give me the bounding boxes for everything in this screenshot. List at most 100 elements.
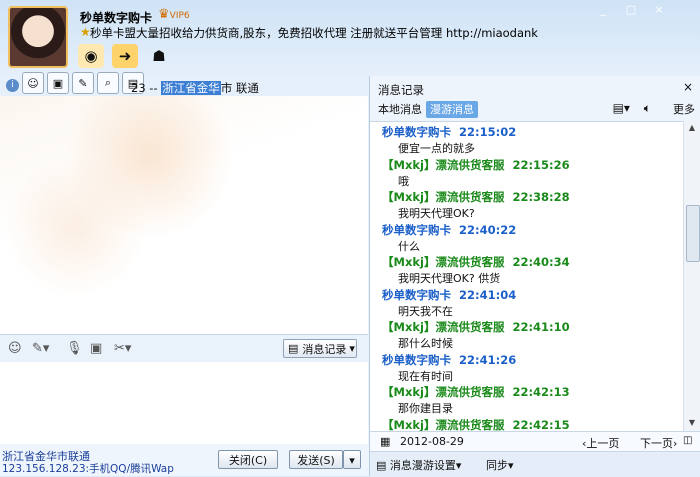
history-tools: ▤▾ 🔈︎	[613, 101, 651, 116]
message-sender: 【Mxkj】漂流供货客服 22:40:34	[382, 254, 570, 270]
scroll-thumb[interactable]	[686, 205, 700, 262]
close-button[interactable]: 关闭(C)	[218, 450, 278, 469]
history-tabs: 本地消息 漫游消息 ▤▾ 🔈︎ 更多	[370, 101, 700, 120]
screenshot-icon[interactable]: ✂▾	[114, 341, 131, 356]
calendar-nav-icon[interactable]: ◫	[683, 435, 692, 446]
calendar-icon[interactable]: ▦	[380, 435, 390, 448]
search-icon[interactable]: ⌕	[97, 72, 119, 94]
roaming-settings-button[interactable]: ▤ 消息漫游设置▾	[376, 457, 461, 473]
history-date[interactable]: 2012-08-29	[400, 435, 464, 448]
tag-icon[interactable]: ✎	[72, 72, 94, 94]
send-button[interactable]: 发送(S)	[289, 450, 343, 469]
sync-label: 同步	[486, 459, 508, 472]
smiley-icon[interactable]: ☺	[22, 72, 44, 94]
message-time: 22:42:15	[512, 417, 570, 432]
tab-local-messages[interactable]: 本地消息	[374, 101, 426, 118]
message-time: 22:41:26	[459, 352, 517, 367]
font-style-icon[interactable]: ✎▾	[32, 341, 49, 356]
message-time: 22:41:04	[459, 287, 517, 302]
history-message-list[interactable]: 秒单数字购卡 22:15:02 便宜一点的就多 【Mxkj】漂流供货客服 22:15:2…	[370, 121, 683, 432]
message-sender: 秒单数字购卡 22:40:22	[382, 222, 516, 238]
tab-roaming-messages[interactable]: 漫游消息	[426, 101, 478, 118]
next-page-link[interactable]: 下一页›	[640, 435, 677, 451]
message-time: 22:41:10	[512, 320, 570, 334]
history-message: 【Mxkj】漂流供货客服 22:41:10 那什么时候	[370, 317, 683, 350]
history-message: 【Mxkj】漂流供货客服 22:42:15	[370, 415, 683, 433]
history-bottom-bar: ▤ 消息漫游设置▾ 同步▾	[370, 451, 700, 477]
next-page-label: 下一页	[640, 437, 673, 450]
history-button-label: 消息记录	[302, 342, 347, 356]
history-panel: 消息记录 × 本地消息 漫游消息 ▤▾ 🔈︎ 更多 秒单数字购卡 22:15:02…	[369, 76, 700, 477]
message-history-button[interactable]: ▤ 消息记录 ▾	[283, 339, 357, 358]
history-message: 【Mxkj】漂流供货客服 22:15:26 哦	[370, 155, 683, 188]
message-sender: 【Mxkj】漂流供货客服 22:15:26	[382, 157, 570, 173]
history-scrollbar[interactable]: ▲ ▼	[683, 121, 700, 431]
sync-button[interactable]: 同步▾	[486, 457, 514, 473]
send-options-button[interactable]: ▾	[343, 450, 361, 469]
close-window-button[interactable]: ×	[652, 4, 666, 16]
scroll-down-icon[interactable]: ▼	[686, 417, 698, 429]
minimize-button[interactable]: _	[596, 4, 610, 16]
sender-name: 【Mxkj】漂流供货客服	[382, 385, 505, 399]
export-icon[interactable]: ▤▾	[613, 101, 630, 115]
transfer-file-icon[interactable]: ➜	[112, 44, 138, 68]
message-sender: 秒单数字购卡 22:41:26	[382, 352, 516, 368]
voice-icon[interactable]: 🎙︎	[66, 341, 83, 356]
message-sender: 【Mxkj】漂流供货客服 22:42:15	[382, 417, 570, 433]
contact-location: 23 -- 浙江省金华市 联通	[131, 80, 259, 96]
avatar[interactable]	[8, 6, 68, 68]
message-sender: 【Mxkj】漂流供货客服 22:42:13	[382, 384, 570, 400]
prev-page-link[interactable]: ‹上一页	[582, 435, 619, 451]
history-icon: ▤	[288, 342, 299, 355]
roaming-settings-label: 消息漫游设置	[389, 459, 456, 472]
close-history-icon[interactable]: ×	[683, 80, 693, 94]
quick-toolbar: ☺ ▣ ✎ ⌕ ▤	[22, 71, 144, 95]
location-prefix: 23 --	[131, 81, 162, 95]
crown-icon: ♛	[158, 7, 170, 22]
prev-page-label: 上一页	[586, 437, 620, 450]
location-suffix: 市 联通	[220, 81, 259, 95]
speaker-icon[interactable]: 🔈︎	[644, 101, 651, 115]
message-time: 22:40:34	[512, 255, 570, 269]
sender-name: 秒单数字购卡	[382, 352, 451, 367]
sender-name: 秒单数字购卡	[382, 287, 451, 302]
chat-window: 秒单数字购卡 ♛VIP6 ★ 秒单卡盟大量招收给力供货商,股东，免费招收代理 注…	[0, 0, 700, 477]
settings-icon: ▤	[376, 459, 387, 472]
sender-name: 【Mxkj】漂流供货客服	[382, 417, 505, 432]
message-time: 22:42:13	[512, 385, 570, 399]
sender-name: 【Mxkj】漂流供货客服	[382, 157, 505, 172]
footer-ip-info: 123.156.128.23:手机QQ/腾讯Wap	[2, 463, 174, 475]
scroll-up-icon[interactable]: ▲	[686, 122, 698, 134]
window-header: 秒单数字购卡 ♛VIP6 ★ 秒单卡盟大量招收给力供货商,股东，免费招收代理 注…	[0, 0, 700, 76]
sender-name: 秒单数字购卡	[382, 125, 451, 139]
sender-name: 【Mxkj】漂流供货客服	[382, 320, 505, 334]
message-time: 22:15:26	[512, 157, 570, 172]
background-decoration	[0, 156, 150, 296]
message-sender: 【Mxkj】漂流供货客服 22:38:28	[382, 189, 570, 205]
picture-icon[interactable]: ▣	[90, 341, 102, 356]
emoji-icon[interactable]: ☺	[8, 341, 22, 356]
video-icon[interactable]: ◉	[78, 44, 104, 68]
input-toolbar: ☺ ✎▾ 🎙︎ ▣ ✂▾ ▤ 消息记录 ▾	[0, 334, 368, 363]
info-icon[interactable]: i	[6, 79, 19, 92]
message-sender: 秒单数字购卡 22:41:04	[382, 287, 516, 303]
history-title: 消息记录	[378, 83, 424, 97]
sender-name: 秒单数字购卡	[382, 222, 451, 237]
vip-badge: ♛VIP6	[158, 7, 190, 22]
signature-text: 秒单卡盟大量招收给力供货商,股东，免费招收代理 注册就送平台管理 http://…	[90, 26, 538, 40]
history-message: 秒单数字购卡 22:15:02 便宜一点的就多	[370, 122, 683, 155]
save-icon[interactable]: ▣	[47, 72, 69, 94]
agent-icon[interactable]: ☗	[146, 44, 172, 68]
chat-display[interactable]	[0, 96, 368, 334]
maximize-button[interactable]: □	[624, 4, 638, 16]
contact-name: 秒单数字购卡	[80, 11, 153, 25]
history-message: 秒单数字购卡 22:40:22 什么	[370, 220, 683, 253]
history-date-bar: ▦ 2012-08-29 ‹上一页 下一页› ◫	[370, 431, 700, 452]
message-input[interactable]	[0, 362, 368, 444]
sender-name: 【Mxkj】漂流供货客服	[382, 190, 505, 204]
message-time: 22:15:02	[459, 125, 517, 139]
more-button[interactable]: 更多	[673, 101, 695, 117]
history-message: 秒单数字购卡 22:41:04 明天我不在	[370, 285, 683, 318]
message-time: 22:38:28	[512, 190, 570, 204]
message-sender: 秒单数字购卡 22:15:02	[382, 124, 516, 140]
